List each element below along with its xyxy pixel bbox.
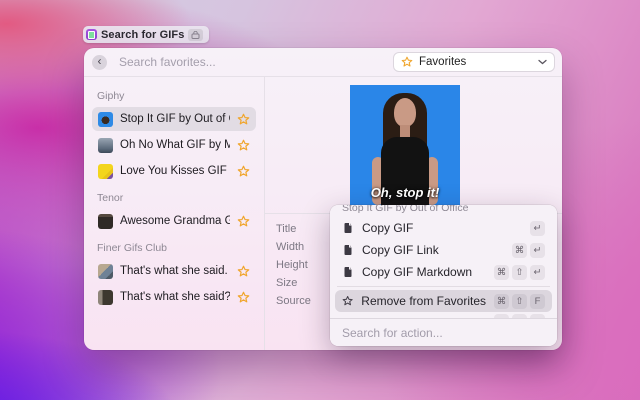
shortcut-return-key: ↵: [530, 221, 545, 236]
clipboard-icon: [342, 266, 354, 278]
back-button[interactable]: ‹: [92, 55, 107, 70]
action-search-placeholder: Search for action...: [342, 326, 443, 340]
command-pill[interactable]: Search for GIFs: [83, 26, 209, 43]
action-list: Stop It GIF by Out of Office Copy GIF ↵ …: [330, 205, 557, 318]
shortcut-shift-key: ⇧: [512, 265, 527, 280]
search-input[interactable]: Search favorites...: [119, 55, 216, 69]
list-item-love-you-kisses-gif[interactable]: Love You Kisses GIF by Ted...: [92, 159, 256, 183]
gif-thumbnail: [98, 214, 113, 229]
shortcut-f-key: F: [530, 294, 545, 309]
metadata-labels: Title Width Height Size Source: [276, 220, 311, 310]
lock-icon: [188, 29, 203, 41]
star-icon: [401, 56, 413, 68]
section-title-tenor: Tenor: [97, 192, 251, 204]
favorite-star-icon[interactable]: [237, 265, 250, 278]
meta-label-width: Width: [276, 238, 311, 256]
favorites-dropdown-label: Favorites: [419, 56, 466, 68]
list-item-stop-it-gif[interactable]: Stop It GIF by Out of Office: [92, 107, 256, 131]
shortcut-shift-key: ⇧: [512, 294, 527, 309]
gif-thumbnail: [98, 138, 113, 153]
favorite-star-icon[interactable]: [237, 291, 250, 304]
meta-label-source: Source: [276, 292, 311, 310]
action-search-field[interactable]: Search for action...: [330, 318, 557, 346]
action-copy-gif-markdown[interactable]: Copy GIF Markdown ⌘ ⇧ ↵: [335, 261, 552, 283]
favorites-list: Giphy Stop It GIF by Out of Office Oh No…: [84, 77, 265, 350]
meta-label-size: Size: [276, 274, 311, 292]
favorites-dropdown[interactable]: Favorites: [393, 52, 555, 72]
action-group-divider: [337, 286, 550, 287]
shortcut-cmd-key: ⌘: [494, 265, 509, 280]
app-window: ‹ Search favorites... Favorites Giphy St…: [84, 48, 562, 350]
section-title-finer-gifs-club: Finer Gifs Club: [97, 242, 251, 254]
action-remove-from-favorites[interactable]: Remove from Favorites ⌘ ⇧ F: [335, 290, 552, 312]
list-item-awesome-grandma-gif[interactable]: Awesome Grandma GIF: [92, 209, 256, 233]
meta-label-title: Title: [276, 220, 311, 238]
gif-thumbnail: [98, 164, 113, 179]
gif-app-icon: [86, 29, 97, 40]
gif-thumbnail: [98, 112, 113, 127]
star-icon: [342, 295, 353, 307]
favorite-star-icon[interactable]: [237, 113, 250, 126]
list-item-thats-what-she-said[interactable]: That's what she said.: [92, 259, 256, 283]
command-pill-label: Search for GIFs: [101, 29, 184, 41]
action-copy-gif[interactable]: Copy GIF ↵: [335, 217, 552, 239]
list-item-oh-no-what-gif[interactable]: Oh No What GIF by Major Le...: [92, 133, 256, 157]
gif-preview: Oh, stop it!: [350, 85, 460, 205]
action-panel-header: Stop It GIF by Out of Office: [342, 205, 545, 215]
favorite-star-icon[interactable]: [237, 165, 250, 178]
favorite-star-icon[interactable]: [237, 139, 250, 152]
action-panel: Stop It GIF by Out of Office Copy GIF ↵ …: [330, 205, 557, 346]
favorite-star-icon[interactable]: [237, 215, 250, 228]
gif-caption: Oh, stop it!: [350, 185, 460, 200]
gif-thumbnail: [98, 290, 113, 305]
shortcut-return-key: ↵: [530, 243, 545, 258]
section-title-giphy: Giphy: [97, 90, 251, 102]
shortcut-cmd-key: ⌘: [512, 243, 527, 258]
clipboard-icon: [342, 244, 354, 256]
action-copy-gif-link[interactable]: Copy GIF Link ⌘ ↵: [335, 239, 552, 261]
shortcut-cmd-key: ⌘: [494, 294, 509, 309]
gif-thumbnail: [98, 264, 113, 279]
chevron-down-icon: [538, 59, 547, 65]
clipboard-icon: [342, 222, 354, 234]
shortcut-return-key: ↵: [530, 265, 545, 280]
list-item-thats-what-she-said-q[interactable]: That's what she said?: [92, 285, 256, 309]
meta-label-height: Height: [276, 256, 311, 274]
search-header: ‹ Search favorites... Favorites: [84, 48, 562, 76]
